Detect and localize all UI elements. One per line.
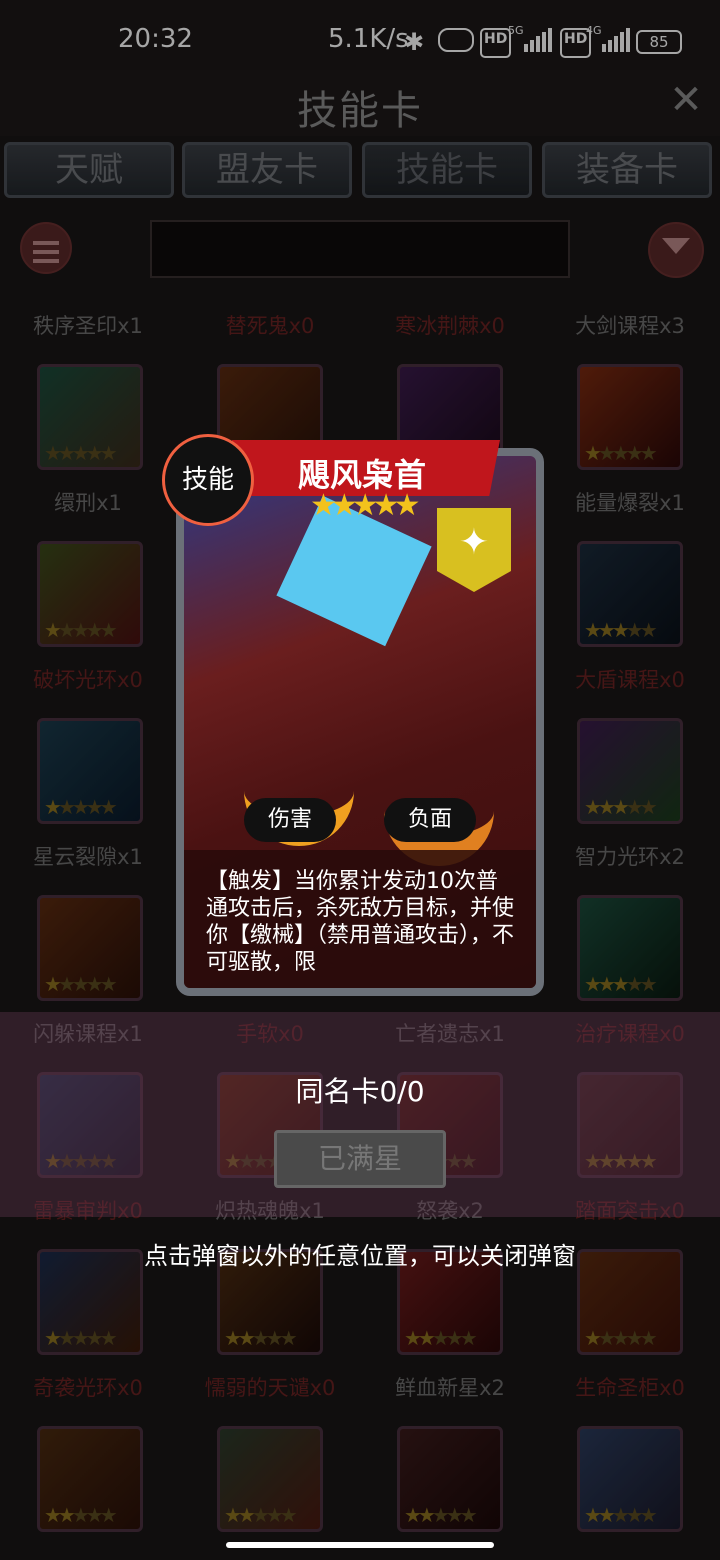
card-star-rating: ★★★★★ [310,488,421,523]
tag-debuff: 负面 [384,798,476,842]
card-type-badge: 技能 [162,434,254,526]
full-star-button[interactable]: 已满星 [274,1130,446,1188]
tag-damage: 伤害 [244,798,336,842]
home-indicator[interactable] [226,1542,494,1548]
close-hint: 点击弹窗以外的任意位置，可以关闭弹窗 [144,1242,576,1270]
card-description: 【触发】当你累计发动10次普通攻击后，杀死敌方目标，并使你【缴械】（禁用普通攻击… [184,850,536,988]
card-artwork [384,716,494,866]
same-card-count: 同名卡0/0 [295,1075,425,1108]
